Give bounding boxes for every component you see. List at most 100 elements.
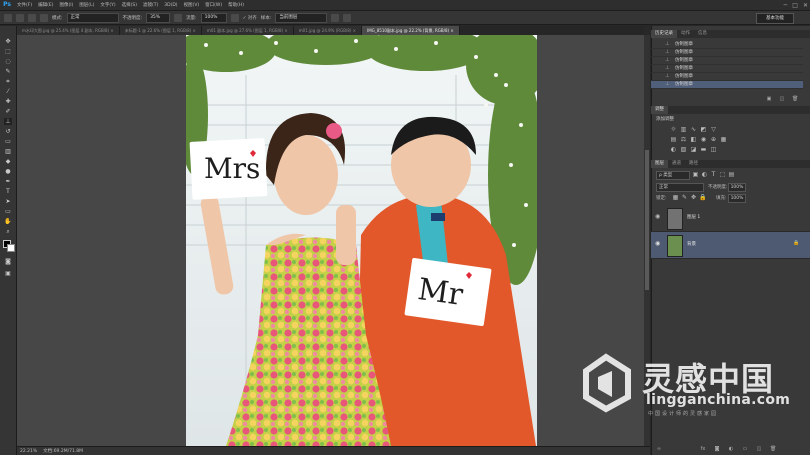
doc-tab-active[interactable]: IMG_8510副本.jpg @ 22.2% (背景, RGB/8) × xyxy=(362,26,460,35)
hue-sat-icon[interactable]: ▤ xyxy=(670,136,677,143)
zoom-tool-icon[interactable]: ⌕ xyxy=(4,228,12,235)
zoom-level[interactable]: 22.21% xyxy=(20,449,37,454)
filter-smart-icon[interactable]: ▤ xyxy=(728,171,735,178)
menu-window[interactable]: 窗口(W) xyxy=(202,2,225,8)
doc-tab[interactable]: 未标题-1 @ 22.6% (图层 1, RGB/8) × xyxy=(119,26,202,35)
filter-shape-icon[interactable]: ⬚ xyxy=(719,171,726,178)
layer-row[interactable]: ◉ 图层 1 xyxy=(651,205,810,232)
layer-kind-filter[interactable]: ρ 类型 xyxy=(656,171,690,180)
aligned-checkbox[interactable]: ✓ 对齐 xyxy=(243,15,257,21)
menu-view[interactable]: 视图(V) xyxy=(181,2,203,8)
gradient-map-icon[interactable]: ▬ xyxy=(700,146,707,153)
blend-mode-select[interactable]: 正常 xyxy=(656,183,704,192)
blur-tool-icon[interactable]: ◆ xyxy=(4,158,12,165)
pen-tool-icon[interactable]: ✒ xyxy=(4,178,12,185)
opacity-field[interactable]: 35% xyxy=(146,12,171,23)
doc-tab[interactable]: m水印大图.jpg @ 25.4% (图层 4 副本, RGB/8) × xyxy=(17,26,120,35)
history-new-doc-icon[interactable]: ◫ xyxy=(779,96,785,102)
menu-select[interactable]: 选择(S) xyxy=(119,2,140,8)
new-layer-icon[interactable]: ◫ xyxy=(756,446,762,452)
filter-type-icon[interactable]: T xyxy=(710,171,717,178)
dodge-tool-icon[interactable]: ● xyxy=(4,168,12,175)
quick-mask-icon[interactable]: ◙ xyxy=(4,258,12,265)
sample-select[interactable]: 当前图层 xyxy=(275,12,328,23)
shape-tool-icon[interactable]: ▭ xyxy=(4,208,12,215)
history-brush-tool-icon[interactable]: ↺ xyxy=(4,128,12,135)
layer-name[interactable]: 背景 xyxy=(687,241,696,247)
healing-brush-tool-icon[interactable]: ✚ xyxy=(4,98,12,105)
scrollbar-thumb[interactable] xyxy=(645,150,649,290)
minimize-icon[interactable]: ─ xyxy=(784,2,788,9)
eye-icon[interactable]: ◉ xyxy=(655,240,660,247)
history-item[interactable]: ⊥ 仿制图章 xyxy=(651,49,803,57)
quick-select-tool-icon[interactable]: ✎ xyxy=(4,68,12,75)
doc-tab[interactable]: m01 副本.jpg @ 27.6% (图层 1, RGB/8) × xyxy=(201,26,294,35)
flow-field[interactable]: 100% xyxy=(200,12,227,23)
crop-tool-icon[interactable]: ⌗ xyxy=(4,78,12,85)
eyedropper-tool-icon[interactable]: ⁄ xyxy=(4,88,12,95)
exposure-icon[interactable]: ◩ xyxy=(700,126,707,133)
lock-transparent-icon[interactable]: ▦ xyxy=(672,194,679,201)
tab-info[interactable]: 信息 xyxy=(694,30,711,38)
brush-tool-icon[interactable]: ✐ xyxy=(4,108,12,115)
fill-field[interactable]: 100% xyxy=(728,194,746,203)
menu-filter[interactable]: 滤镜(T) xyxy=(140,2,161,8)
menu-edit[interactable]: 编辑(E) xyxy=(35,2,56,8)
brightness-icon[interactable]: ☼ xyxy=(670,126,677,133)
menu-type[interactable]: 文字(Y) xyxy=(97,2,118,8)
history-item-current[interactable]: ⊥ 仿制图章 xyxy=(651,81,803,89)
layer-opacity-field[interactable]: 100% xyxy=(728,183,746,192)
tab-adjustments[interactable]: 调整 xyxy=(651,106,668,114)
clone-stamp-tool-icon[interactable] xyxy=(4,13,12,22)
curves-icon[interactable]: ∿ xyxy=(690,126,697,133)
ignore-adjustment-icon[interactable] xyxy=(331,13,340,22)
lock-all-icon[interactable]: 🔒 xyxy=(699,194,706,201)
airbrush-icon[interactable] xyxy=(230,13,239,22)
color-balance-icon[interactable]: ⚖ xyxy=(680,136,687,143)
tab-paths[interactable]: 路径 xyxy=(685,160,702,168)
new-group-icon[interactable]: ▭ xyxy=(742,446,748,452)
link-layers-icon[interactable]: ∞ xyxy=(656,446,662,452)
clone-source-icon[interactable] xyxy=(40,13,48,22)
history-item[interactable]: ⊥ 仿制图章 xyxy=(651,41,803,49)
delete-layer-icon[interactable]: 🗑 xyxy=(770,446,776,452)
color-lookup-icon[interactable]: ▦ xyxy=(720,136,727,143)
eraser-tool-icon[interactable]: ▭ xyxy=(4,138,12,145)
lock-position-icon[interactable]: ✥ xyxy=(690,194,697,201)
black-white-icon[interactable]: ◧ xyxy=(690,136,697,143)
document-photo[interactable]: Mrs Mr xyxy=(186,35,537,446)
path-select-tool-icon[interactable]: ➤ xyxy=(4,198,12,205)
posterize-icon[interactable]: ▧ xyxy=(680,146,687,153)
brush-preset-icon[interactable] xyxy=(16,13,24,22)
screen-mode-icon[interactable]: ▣ xyxy=(4,270,12,277)
new-adjustment-icon[interactable]: ◐ xyxy=(728,446,734,452)
background-color-swatch[interactable] xyxy=(7,244,15,252)
filter-pixel-icon[interactable]: ▣ xyxy=(692,171,699,178)
workspace-select[interactable]: 基本功能 xyxy=(756,13,794,24)
clone-stamp-tool-icon[interactable]: ⊥ xyxy=(4,118,12,125)
gradient-tool-icon[interactable]: ▥ xyxy=(4,148,12,155)
close-icon[interactable]: ✕ xyxy=(803,2,808,9)
history-snapshot-icon[interactable]: ▣ xyxy=(766,96,772,102)
brush-panel-icon[interactable] xyxy=(28,13,36,22)
history-item[interactable]: ⊥ 仿制图章 xyxy=(651,73,803,81)
channel-mixer-icon[interactable]: ⊕ xyxy=(710,136,717,143)
maximize-icon[interactable]: □ xyxy=(792,2,798,9)
tab-layers[interactable]: 图层 xyxy=(651,160,668,168)
doc-tab[interactable]: m01.jpg @ 24.9% (RGB/8) × xyxy=(293,26,363,35)
type-tool-icon[interactable]: T xyxy=(4,188,12,195)
history-trash-icon[interactable]: 🗑 xyxy=(792,96,798,102)
pressure-size-icon[interactable] xyxy=(343,13,352,22)
history-item[interactable]: ⊥ 仿制图章 xyxy=(651,65,803,73)
mode-select[interactable]: 正常 xyxy=(66,12,119,23)
photo-filter-icon[interactable]: ◉ xyxy=(700,136,707,143)
lock-pixels-icon[interactable]: ✎ xyxy=(681,194,688,201)
pressure-opacity-icon[interactable] xyxy=(174,13,183,22)
layer-style-icon[interactable]: fx xyxy=(700,446,706,452)
tab-history[interactable]: 历史记录 xyxy=(651,30,677,38)
tab-actions[interactable]: 动作 xyxy=(677,30,694,38)
menu-image[interactable]: 图像(I) xyxy=(56,2,76,8)
hand-tool-icon[interactable]: ✋ xyxy=(4,218,12,225)
marquee-tool-icon[interactable]: ⬚ xyxy=(4,48,12,55)
lasso-tool-icon[interactable]: ◌ xyxy=(4,58,12,65)
